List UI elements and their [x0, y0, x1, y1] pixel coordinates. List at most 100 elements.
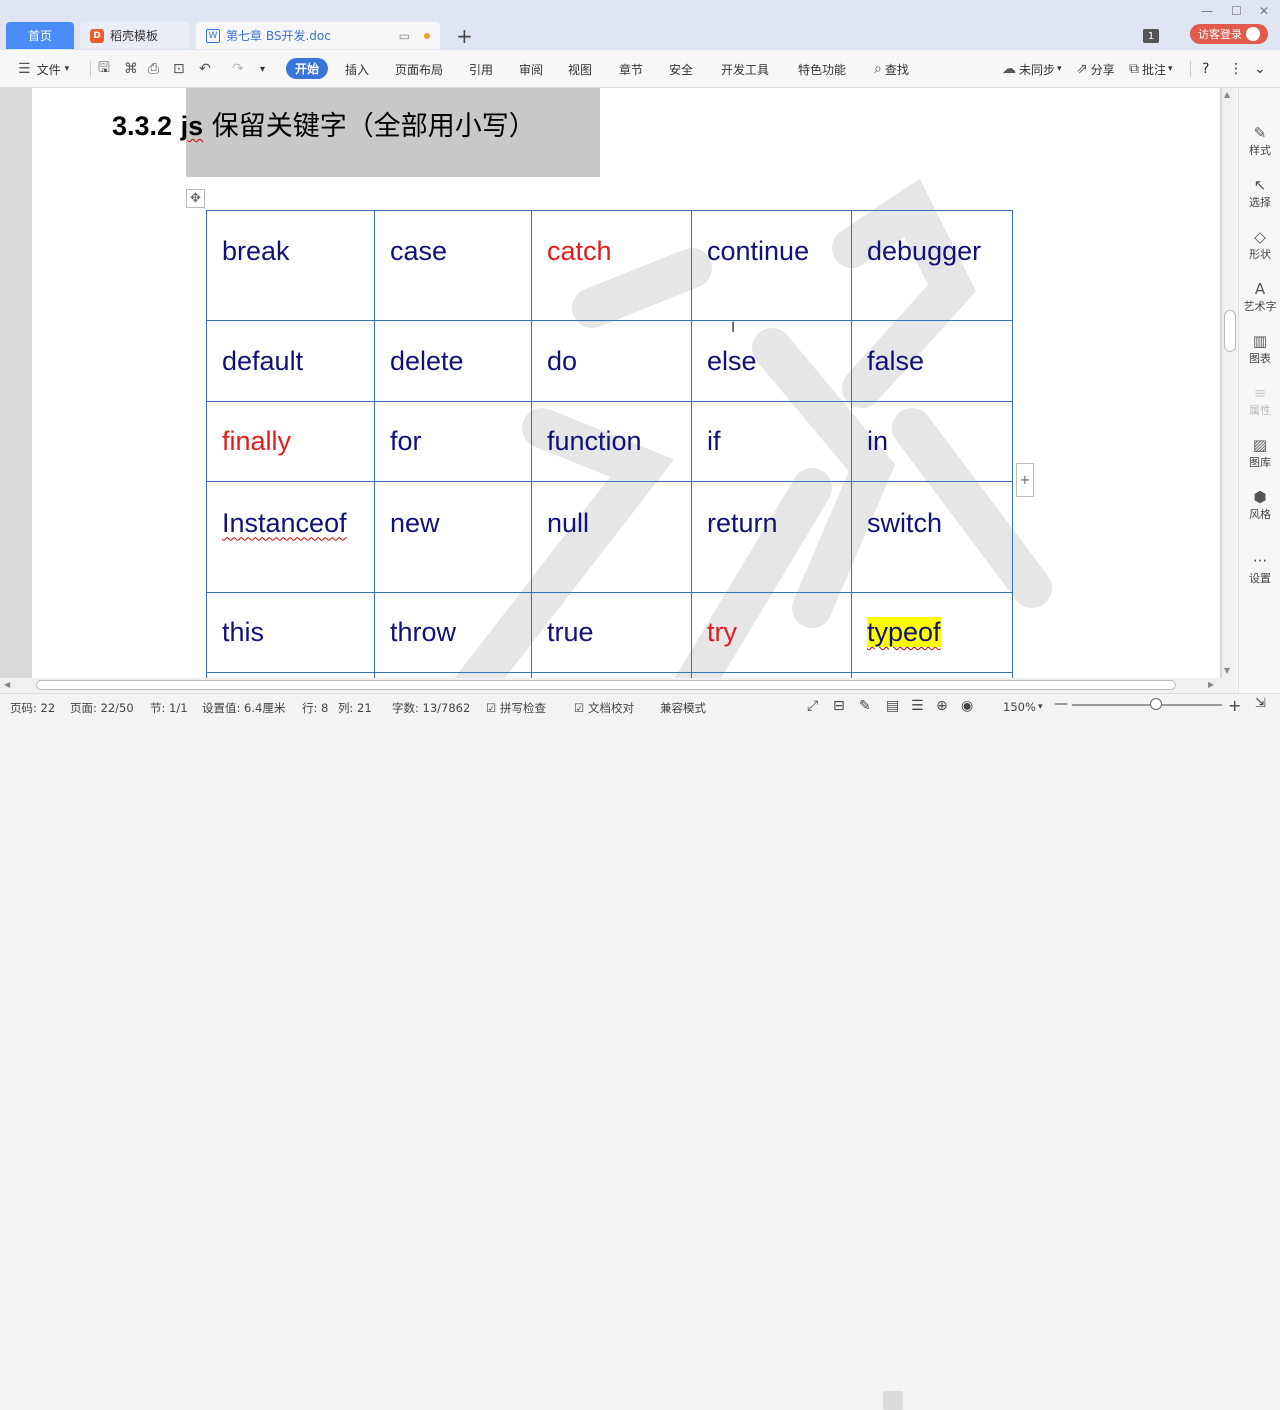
table-cell[interactable]: return: [691, 481, 852, 593]
fullscreen-icon[interactable]: ⤢: [807, 698, 818, 714]
tab-page-layout[interactable]: 页面布局: [395, 50, 443, 88]
tab-home[interactable]: 首页: [6, 22, 74, 49]
table-cell[interactable]: finally: [206, 401, 375, 482]
vertical-scrollbar[interactable]: ▲ ▼: [1222, 88, 1236, 678]
save-icon[interactable]: 🖫: [98, 50, 110, 88]
table-cell[interactable]: new: [374, 481, 532, 593]
table-cell[interactable]: switch: [851, 481, 1013, 593]
new-tab-button[interactable]: +: [456, 24, 473, 48]
table-cell[interactable]: catch: [531, 210, 692, 321]
table-cell[interactable]: else: [691, 320, 852, 402]
table-cell[interactable]: this: [206, 592, 375, 673]
eye-protection-icon[interactable]: ◉: [961, 698, 973, 714]
table-cell[interactable]: null: [531, 481, 692, 593]
panel-settings[interactable]: ··· 设置: [1239, 552, 1280, 586]
table-cell[interactable]: for: [374, 401, 532, 482]
guest-login-button[interactable]: 访客登录: [1190, 24, 1268, 44]
maximize-button[interactable]: ☐: [1231, 4, 1242, 18]
table-cell[interactable]: throw: [374, 592, 532, 673]
tab-insert[interactable]: 插入: [345, 50, 369, 88]
table-cell[interactable]: do: [531, 320, 692, 402]
document-page[interactable]: 3.3.2 js 保留关键字（全部用小写） ✥ break case catch…: [32, 88, 1220, 678]
outline-view-icon[interactable]: ☰: [911, 698, 924, 714]
web-view-icon[interactable]: ⊕: [936, 698, 948, 714]
redo-icon[interactable]: ↷: [232, 50, 244, 88]
tab-document[interactable]: W 第七章 BS开发.doc ▭: [196, 22, 440, 49]
format-painter-icon[interactable]: ⌘: [124, 50, 138, 88]
zoom-slider-track[interactable]: [1072, 704, 1222, 706]
table-cell[interactable]: case: [374, 210, 532, 321]
table-cell[interactable]: Instanceof: [206, 481, 375, 593]
zoom-in-button[interactable]: +: [1228, 696, 1241, 715]
panel-chart[interactable]: ▥ 图表: [1239, 332, 1280, 366]
page-view-icon[interactable]: ▤: [886, 698, 899, 714]
tab-start[interactable]: 开始: [286, 58, 329, 79]
panel-styles[interactable]: ✎ 样式: [1239, 124, 1280, 158]
status-word-count[interactable]: 字数: 13/7862: [392, 700, 470, 716]
panel-wordart[interactable]: A 艺术字: [1239, 280, 1280, 314]
table-cell[interactable]: delete: [374, 320, 532, 402]
table-cell[interactable]: in: [851, 401, 1013, 482]
screen-icon[interactable]: ▭: [399, 29, 410, 43]
panel-gallery[interactable]: ▨ 图库: [1239, 436, 1280, 470]
tab-references[interactable]: 引用: [469, 50, 493, 88]
more-options-icon[interactable]: ⋮: [1229, 50, 1243, 88]
scroll-right-icon[interactable]: ▶: [1208, 680, 1214, 689]
table-cell[interactable]: try: [691, 592, 852, 673]
table-cell[interactable]: typeof: [851, 592, 1013, 673]
share-button[interactable]: ⇗ 分享: [1076, 50, 1115, 88]
reading-mode-icon[interactable]: ⊟: [833, 698, 845, 714]
add-column-button[interactable]: +: [1016, 463, 1034, 497]
tab-chapter[interactable]: 章节: [619, 50, 643, 88]
table-cell[interactable]: function: [531, 401, 692, 482]
status-expand-icon[interactable]: ⇲: [1255, 696, 1266, 711]
panel-shapes[interactable]: ◇ 形状: [1239, 228, 1280, 262]
sync-button[interactable]: ☁ 未同步 ▾: [1002, 50, 1062, 88]
status-setting[interactable]: 设置值: 6.4厘米: [202, 700, 285, 716]
scroll-down-icon[interactable]: ▼: [1224, 666, 1230, 675]
collapse-ribbon-icon[interactable]: ⌄: [1254, 50, 1266, 88]
zoom-level[interactable]: 150%: [1003, 700, 1036, 714]
zoom-slider-handle[interactable]: [1150, 698, 1162, 710]
tab-developer[interactable]: 开发工具: [721, 50, 769, 88]
table-cell[interactable]: if: [691, 401, 852, 482]
panel-select[interactable]: ↖ 选择: [1239, 176, 1280, 210]
section-heading[interactable]: 3.3.2 js 保留关键字（全部用小写）: [112, 104, 536, 143]
close-button[interactable]: ✕: [1259, 4, 1269, 18]
table-cell[interactable]: continue: [691, 210, 852, 321]
status-page-code[interactable]: 页码: 22: [10, 700, 55, 716]
proofread-button[interactable]: ☑ 文档校对: [574, 700, 634, 716]
vertical-scroll-thumb[interactable]: [1224, 310, 1236, 352]
horizontal-scroll-thumb[interactable]: [36, 680, 1176, 690]
scroll-up-icon[interactable]: ▲: [1224, 90, 1230, 99]
table-cell[interactable]: true: [531, 592, 692, 673]
print-icon[interactable]: ⎙: [148, 50, 159, 88]
minimize-button[interactable]: —: [1201, 4, 1213, 18]
tab-review[interactable]: 审阅: [519, 50, 543, 88]
tab-security[interactable]: 安全: [669, 50, 693, 88]
undo-icon[interactable]: ↶: [199, 50, 211, 88]
pen-icon: ✎: [1253, 124, 1267, 142]
table-cell[interactable]: break: [206, 210, 375, 321]
table-cell[interactable]: false: [851, 320, 1013, 402]
search-button[interactable]: ⌕ 查找: [874, 50, 909, 88]
print-preview-icon[interactable]: ⊡: [173, 50, 185, 88]
chevron-down-icon[interactable]: ▾: [1038, 702, 1043, 712]
tab-template[interactable]: D 稻壳模板: [80, 22, 190, 49]
scroll-left-icon[interactable]: ◀: [4, 680, 10, 689]
window-count-badge[interactable]: 1: [1143, 29, 1159, 43]
file-menu-button[interactable]: ☰ 文件 ▾: [18, 50, 69, 88]
quick-access-more-icon[interactable]: ▾: [260, 50, 265, 88]
tab-features[interactable]: 特色功能: [798, 50, 846, 88]
table-cell[interactable]: default: [206, 320, 375, 402]
edit-mode-icon[interactable]: ✎: [859, 698, 871, 714]
status-page[interactable]: 页面: 22/50: [70, 700, 134, 716]
table-move-handle-icon[interactable]: ✥: [186, 189, 205, 208]
tab-view[interactable]: 视图: [568, 50, 592, 88]
comment-button[interactable]: ⧉ 批注 ▾: [1129, 50, 1173, 88]
spell-check-button[interactable]: ☑ 拼写检查: [486, 700, 546, 716]
help-button[interactable]: ?: [1202, 50, 1209, 88]
zoom-out-button[interactable]: —: [1054, 696, 1068, 712]
panel-theme[interactable]: ⬢ 风格: [1239, 488, 1280, 522]
table-cell[interactable]: debugger: [851, 210, 1013, 321]
